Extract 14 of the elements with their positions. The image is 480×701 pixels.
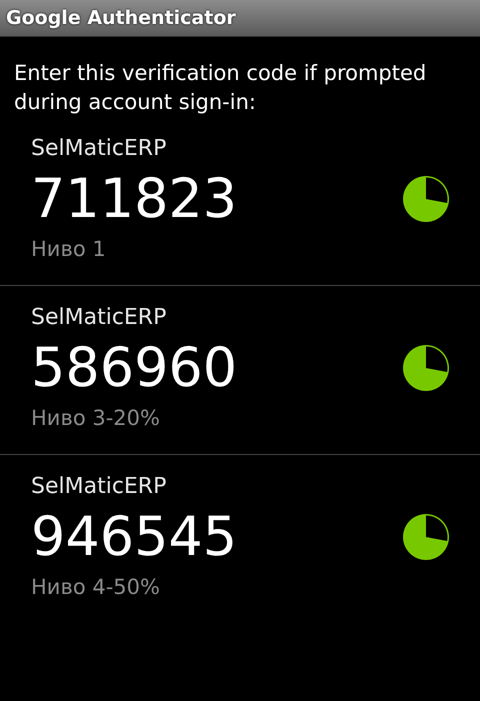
instruction-text: Enter this verification code if prompted during account sign-in: [14, 60, 428, 116]
countdown-timer-icon [402, 344, 450, 392]
countdown-timer-icon [402, 175, 450, 223]
account-label: Ниво 3-20% [31, 405, 160, 432]
account-label: Ниво 1 [31, 236, 106, 263]
verification-code: 946545 [31, 504, 238, 570]
window-title: Google Authenticator [6, 7, 236, 29]
account-label: Ниво 4-50% [31, 574, 160, 601]
account-name: SelMaticERP [31, 135, 166, 163]
verification-code: 586960 [31, 335, 238, 401]
account-name: SelMaticERP [31, 304, 166, 332]
account-name: SelMaticERP [31, 473, 166, 501]
verification-code: 711823 [31, 166, 238, 232]
countdown-timer-icon [402, 513, 450, 561]
